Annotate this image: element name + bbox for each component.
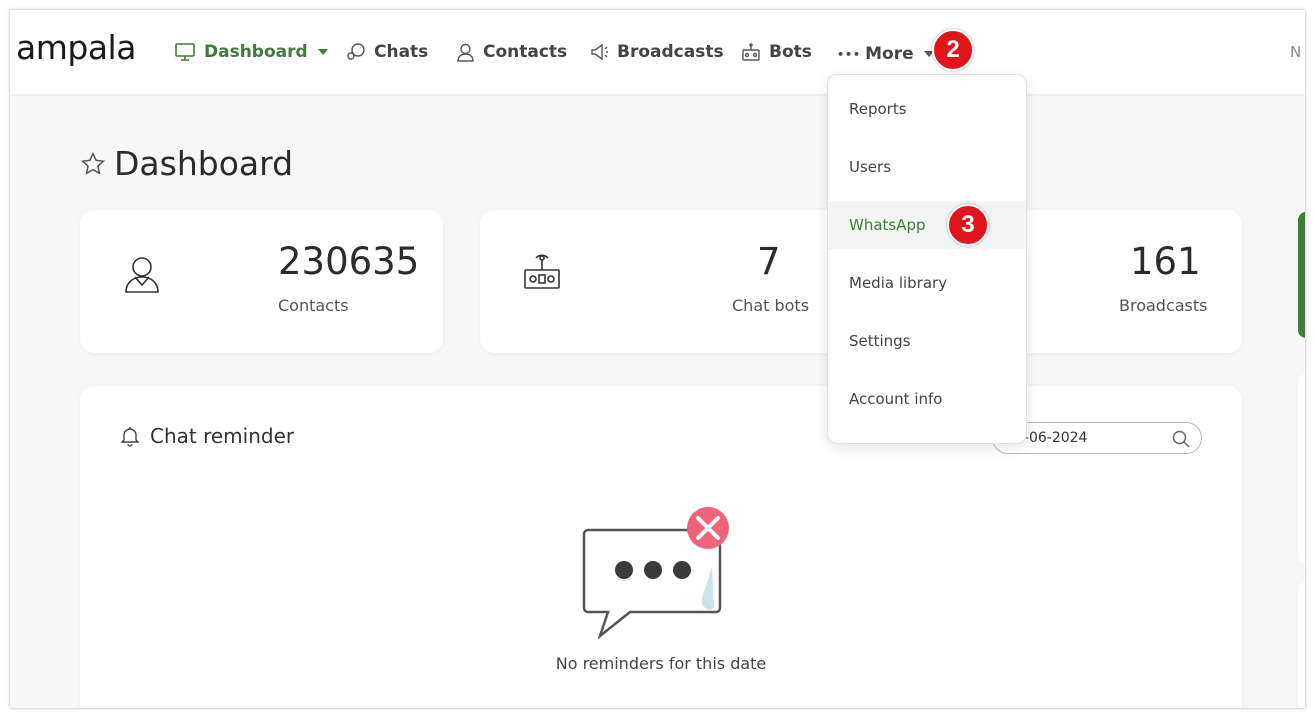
chat-reminder-title: Chat reminder [150,424,295,448]
chevron-down-icon [317,49,328,55]
nav-contacts[interactable]: Contacts [456,38,567,66]
nav-chats[interactable]: Chats [346,38,428,66]
robot-icon [524,254,560,289]
menu-item-settings[interactable]: Settings [828,317,1026,365]
more-dots-icon: ••• [837,47,862,61]
side-panel-edge[interactable] [1298,212,1305,338]
search-icon[interactable] [1171,429,1191,449]
more-dropdown-menu: Reports Users WhatsApp Media library Set… [827,74,1027,444]
menu-item-media-library[interactable]: Media library [828,259,1026,307]
page-title-text: Dashboard [114,144,294,183]
nav-more-label: More [865,44,914,64]
side-panel-card [1298,582,1305,708]
star-icon[interactable] [80,151,106,177]
bots-label: Chat bots [732,296,810,315]
menu-item-whatsapp[interactable]: WhatsApp [828,201,1026,249]
nav-broadcasts[interactable]: Broadcasts [589,38,724,66]
bots-count: 7 [757,240,781,283]
menu-item-reports[interactable]: Reports [828,85,1026,133]
menu-item-users[interactable]: Users [828,143,1026,191]
broadcasts-label: Broadcasts [1119,296,1208,315]
nav-chats-label: Chats [374,42,429,62]
nav-bots[interactable]: Bots [741,38,812,66]
broadcasts-count: 161 [1130,240,1201,283]
brand-logo[interactable]: ampala [16,28,136,67]
monitor-icon [175,43,195,61]
nav-dashboard[interactable]: Dashboard [174,38,328,66]
bell-icon [120,427,140,447]
megaphone-icon [591,43,608,61]
nav-dashboard-label: Dashboard [204,42,308,62]
no-reminders-message: No reminders for this date [555,654,767,673]
top-navbar: ampala Dashboard Chats Contacts Broadcas… [10,10,1305,94]
nav-more[interactable]: ••• More [837,40,934,68]
page-title: Dashboard [80,144,293,183]
app-window: ampala Dashboard Chats Contacts Broadcas… [10,10,1305,708]
robot-icon [742,43,760,61]
contact-icon [457,43,474,62]
chat-reminder-panel: Chat reminder 3-06-2024 No reminders for… [80,386,1242,708]
step-badge-2: 2 [932,29,974,71]
nav-broadcasts-label: Broadcasts [617,42,724,62]
stat-card-bots[interactable]: 7 Chat bots [480,210,860,353]
menu-item-account-info[interactable]: Account info [828,375,1026,423]
nav-bots-label: Bots [769,42,812,62]
chat-reminder-heading: Chat reminder [118,424,294,448]
step-badge-3: 3 [947,204,989,246]
contact-icon [125,257,159,293]
stat-card-contacts[interactable]: 230635 Contacts [80,210,443,353]
nav-contacts-label: Contacts [483,42,568,62]
chat-bubble-icon [347,43,365,60]
header-user-text[interactable]: N [1290,43,1301,61]
contacts-count: 230635 [278,240,420,283]
no-messages-illustration [582,507,729,640]
side-panel-card [1298,374,1305,564]
contacts-label: Contacts [278,296,349,315]
